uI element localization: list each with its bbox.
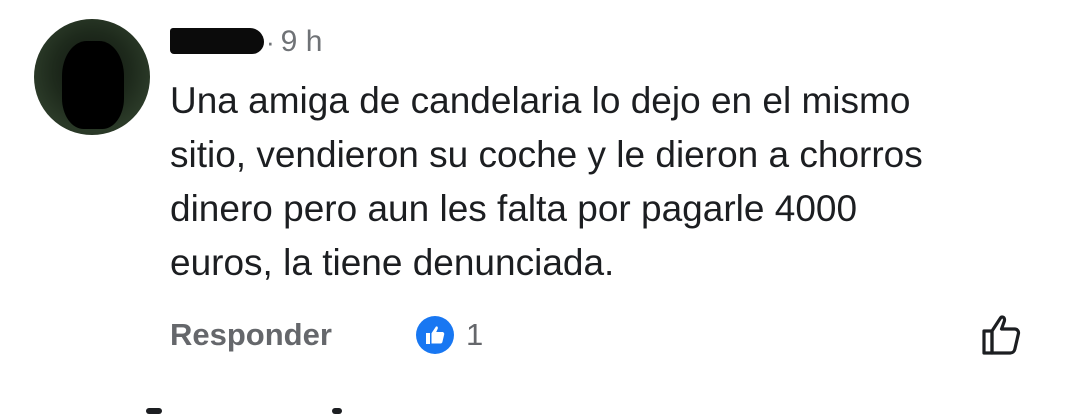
comment-timestamp[interactable]: 9 h: [281, 25, 323, 59]
peek-mark: [332, 408, 342, 414]
like-button[interactable]: [980, 312, 1026, 358]
avatar[interactable]: [34, 19, 150, 135]
author-name-redacted[interactable]: [170, 28, 264, 54]
comment-meta: · 9 h: [262, 24, 322, 60]
comment-body: Una amiga de candelaria lo dejo en el mi…: [170, 80, 923, 283]
next-comment-peek: [120, 404, 380, 414]
peek-mark: [146, 408, 162, 414]
comment-card: · 9 h Una amiga de candelaria lo dejo en…: [0, 0, 1080, 414]
reaction-count: 1: [466, 317, 484, 352]
thumbs-up-outline-icon: [982, 315, 1021, 355]
avatar-redaction: [62, 41, 124, 129]
meta-separator: ·: [266, 26, 275, 57]
like-icon-glyph: [426, 326, 445, 344]
reply-button[interactable]: Responder: [170, 310, 332, 360]
reaction-summary[interactable]: 1: [416, 314, 483, 356]
like-icon: [416, 316, 454, 354]
